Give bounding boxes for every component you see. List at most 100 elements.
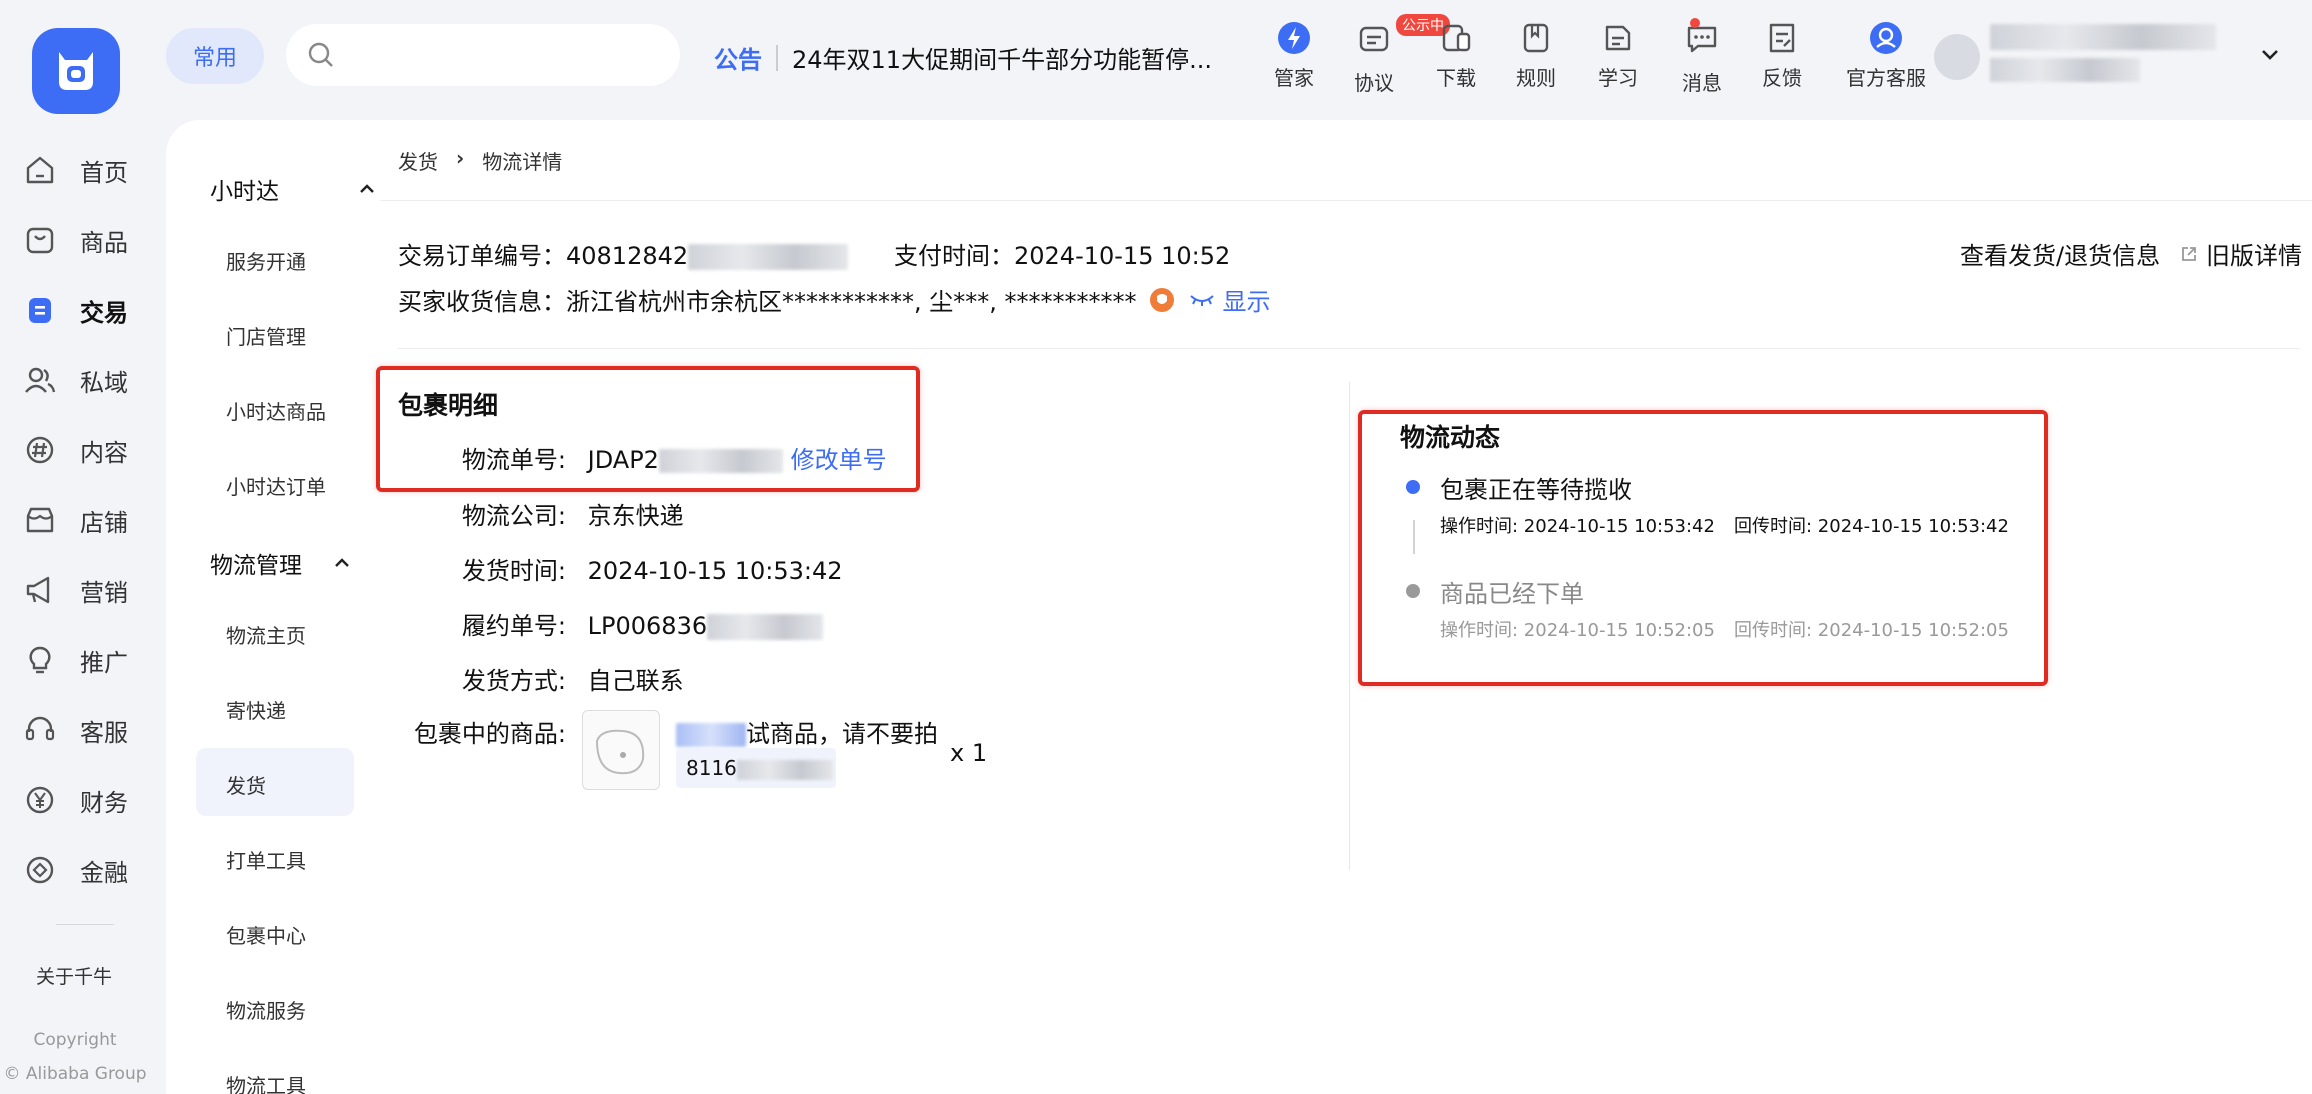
subnav-item-active[interactable]: 发货 [226,770,266,799]
chevron-up-icon [335,558,349,567]
ship-time-row: 发货时间: 2024-10-15 10:53:42 [386,551,843,586]
timeline-dot-current [1406,480,1420,494]
product-thumbnail[interactable] [582,710,660,790]
subnav-item[interactable]: 服务开通 [226,246,306,275]
nav-label: 营销 [80,578,128,607]
subnav-group-label: 物流管理 [210,553,302,579]
yuan-icon [26,786,54,814]
search-icon [308,42,333,67]
learn-icon [1605,25,1631,51]
tool-label: 协议 [1354,71,1394,95]
chevron-down-icon[interactable] [2260,48,2280,62]
nav-item-trade[interactable]: 交易 [24,286,128,334]
product-image-icon [595,729,645,775]
breadcrumb-current: 物流详情 [482,150,563,174]
app-logo-icon [59,52,93,90]
account-name-redacted[interactable] [1990,24,2216,82]
goods-row-label-wrap: 包裹中的商品: [386,714,566,749]
finance-icon [26,856,54,884]
tool-rules[interactable]: 规则 [1496,20,1576,91]
subnav-group-logistics[interactable]: 物流管理 [210,546,350,580]
order-number-value: 40812842 [566,242,689,270]
edit-tracking-link[interactable]: 修改单号 [791,446,887,474]
timeline-return-time: 回传时间: 2024-10-15 10:52:05 [1734,620,2009,641]
app-logo[interactable] [32,28,120,114]
subnav-item[interactable]: 小时达商品 [226,396,326,425]
tool-butler[interactable]: 管家 [1254,20,1334,91]
product-name-link[interactable]: 试商品，请不要拍 [676,714,938,749]
agreement-icon [1359,26,1389,52]
favorites-pill[interactable]: 常用 [166,28,264,84]
tool-label: 下载 [1436,66,1476,90]
search-box[interactable] [286,24,680,86]
fulfil-value: LP006836 [587,612,708,640]
nav-item-private[interactable]: 私域 [24,356,128,404]
tool-label: 消息 [1682,71,1722,95]
order-number-redacted [688,244,849,270]
company-value: 京东快递 [587,502,684,530]
fulfil-redacted [707,614,824,640]
tool-download[interactable]: 下载 [1416,20,1496,91]
subnav-item[interactable]: 物流服务 [226,995,306,1024]
nav-item-service[interactable]: 客服 [24,706,128,754]
company-text: © Alibaba Group [3,1064,147,1084]
nav-item-content[interactable]: 内容 [24,426,128,474]
tracking-label: 物流单号: [461,446,566,474]
subnav-item[interactable]: 物流主页 [226,620,306,649]
timeline-op-time: 操作时间: 2024-10-15 10:52:05 [1440,620,1715,641]
product-code-redacted [736,759,833,780]
nav-item-finance[interactable]: 财务 [24,776,128,824]
nav-item-home[interactable]: 首页 [24,146,128,194]
breadcrumb-divider [380,200,2312,201]
product-code-chip: 8116 [676,748,836,788]
old-version-link[interactable]: 旧版详情 [2180,236,2302,271]
announcement-text[interactable]: 24年双11大促期间千牛部分功能暂停... [792,40,1212,75]
subnav-item[interactable]: 打单工具 [226,845,306,874]
breadcrumb-parent[interactable]: 发货 [398,146,438,175]
tool-feedback[interactable]: 反馈 [1742,20,1822,91]
subnav-item[interactable]: 包裹中心 [226,920,306,949]
order-divider [398,348,2300,349]
subnav-item[interactable]: 门店管理 [226,321,306,350]
tool-label: 学习 [1598,66,1638,90]
tool-message[interactable]: 消息 [1662,18,1742,96]
nav-label: 店铺 [80,508,128,537]
ship-method-row: 发货方式: 自己联系 [386,661,684,696]
order-number-label: 交易订单编号： [398,242,566,270]
download-device-icon [1442,24,1471,52]
nav-item-store[interactable]: 店铺 [24,496,128,544]
unread-dot [1690,18,1700,28]
pay-time-value: 2024-10-15 10:52 [1014,242,1231,270]
content-icon [26,436,54,464]
nav-item-fintech[interactable]: 金融 [24,846,128,894]
timeline-status-current: 包裹正在等待揽收 [1440,476,1632,504]
nav-label: 交易 [80,298,128,327]
tool-learn[interactable]: 学习 [1578,20,1658,91]
search-input[interactable] [350,43,680,67]
nav-item-product[interactable]: 商品 [24,216,128,264]
subnav-item[interactable]: 小时达订单 [226,471,326,500]
subnav-group-hourly[interactable]: 小时达 [210,172,375,206]
pay-time-label: 支付时间： [894,242,1014,270]
tracking-row: 物流单号: JDAP2 修改单号 [386,440,887,475]
official-service-icon [1870,22,1902,54]
about-link[interactable]: 关于千牛 [36,962,112,989]
tracking-value: JDAP2 [587,446,659,474]
show-buyer-info-link[interactable]: 显示 [1189,282,1271,317]
subnav-item[interactable]: 寄快递 [226,695,286,724]
announcement[interactable]: 公告 24年双11大促期间千牛部分功能暂停... [714,40,1212,75]
message-icon [1687,26,1717,53]
breadcrumb: 发货 › 物流详情 [398,146,562,175]
ship-method-label: 发货方式: [461,667,566,695]
view-ship-return-link[interactable]: 查看发货/退货信息 [1960,236,2160,271]
nav-item-promotion[interactable]: 推广 [24,636,128,684]
nav-label: 首页 [80,158,128,187]
tool-agreement[interactable]: 公示中 协议 [1334,14,1450,96]
nav-item-marketing[interactable]: 营销 [24,566,128,614]
tool-official-service[interactable]: 官方客服 [1826,20,1946,91]
avatar[interactable] [1934,34,1980,80]
store-icon [26,507,54,533]
announcement-tag: 公告 [714,46,762,74]
copyright-text: Copyright [33,1030,117,1050]
subnav-item[interactable]: 物流工具 [226,1070,306,1094]
